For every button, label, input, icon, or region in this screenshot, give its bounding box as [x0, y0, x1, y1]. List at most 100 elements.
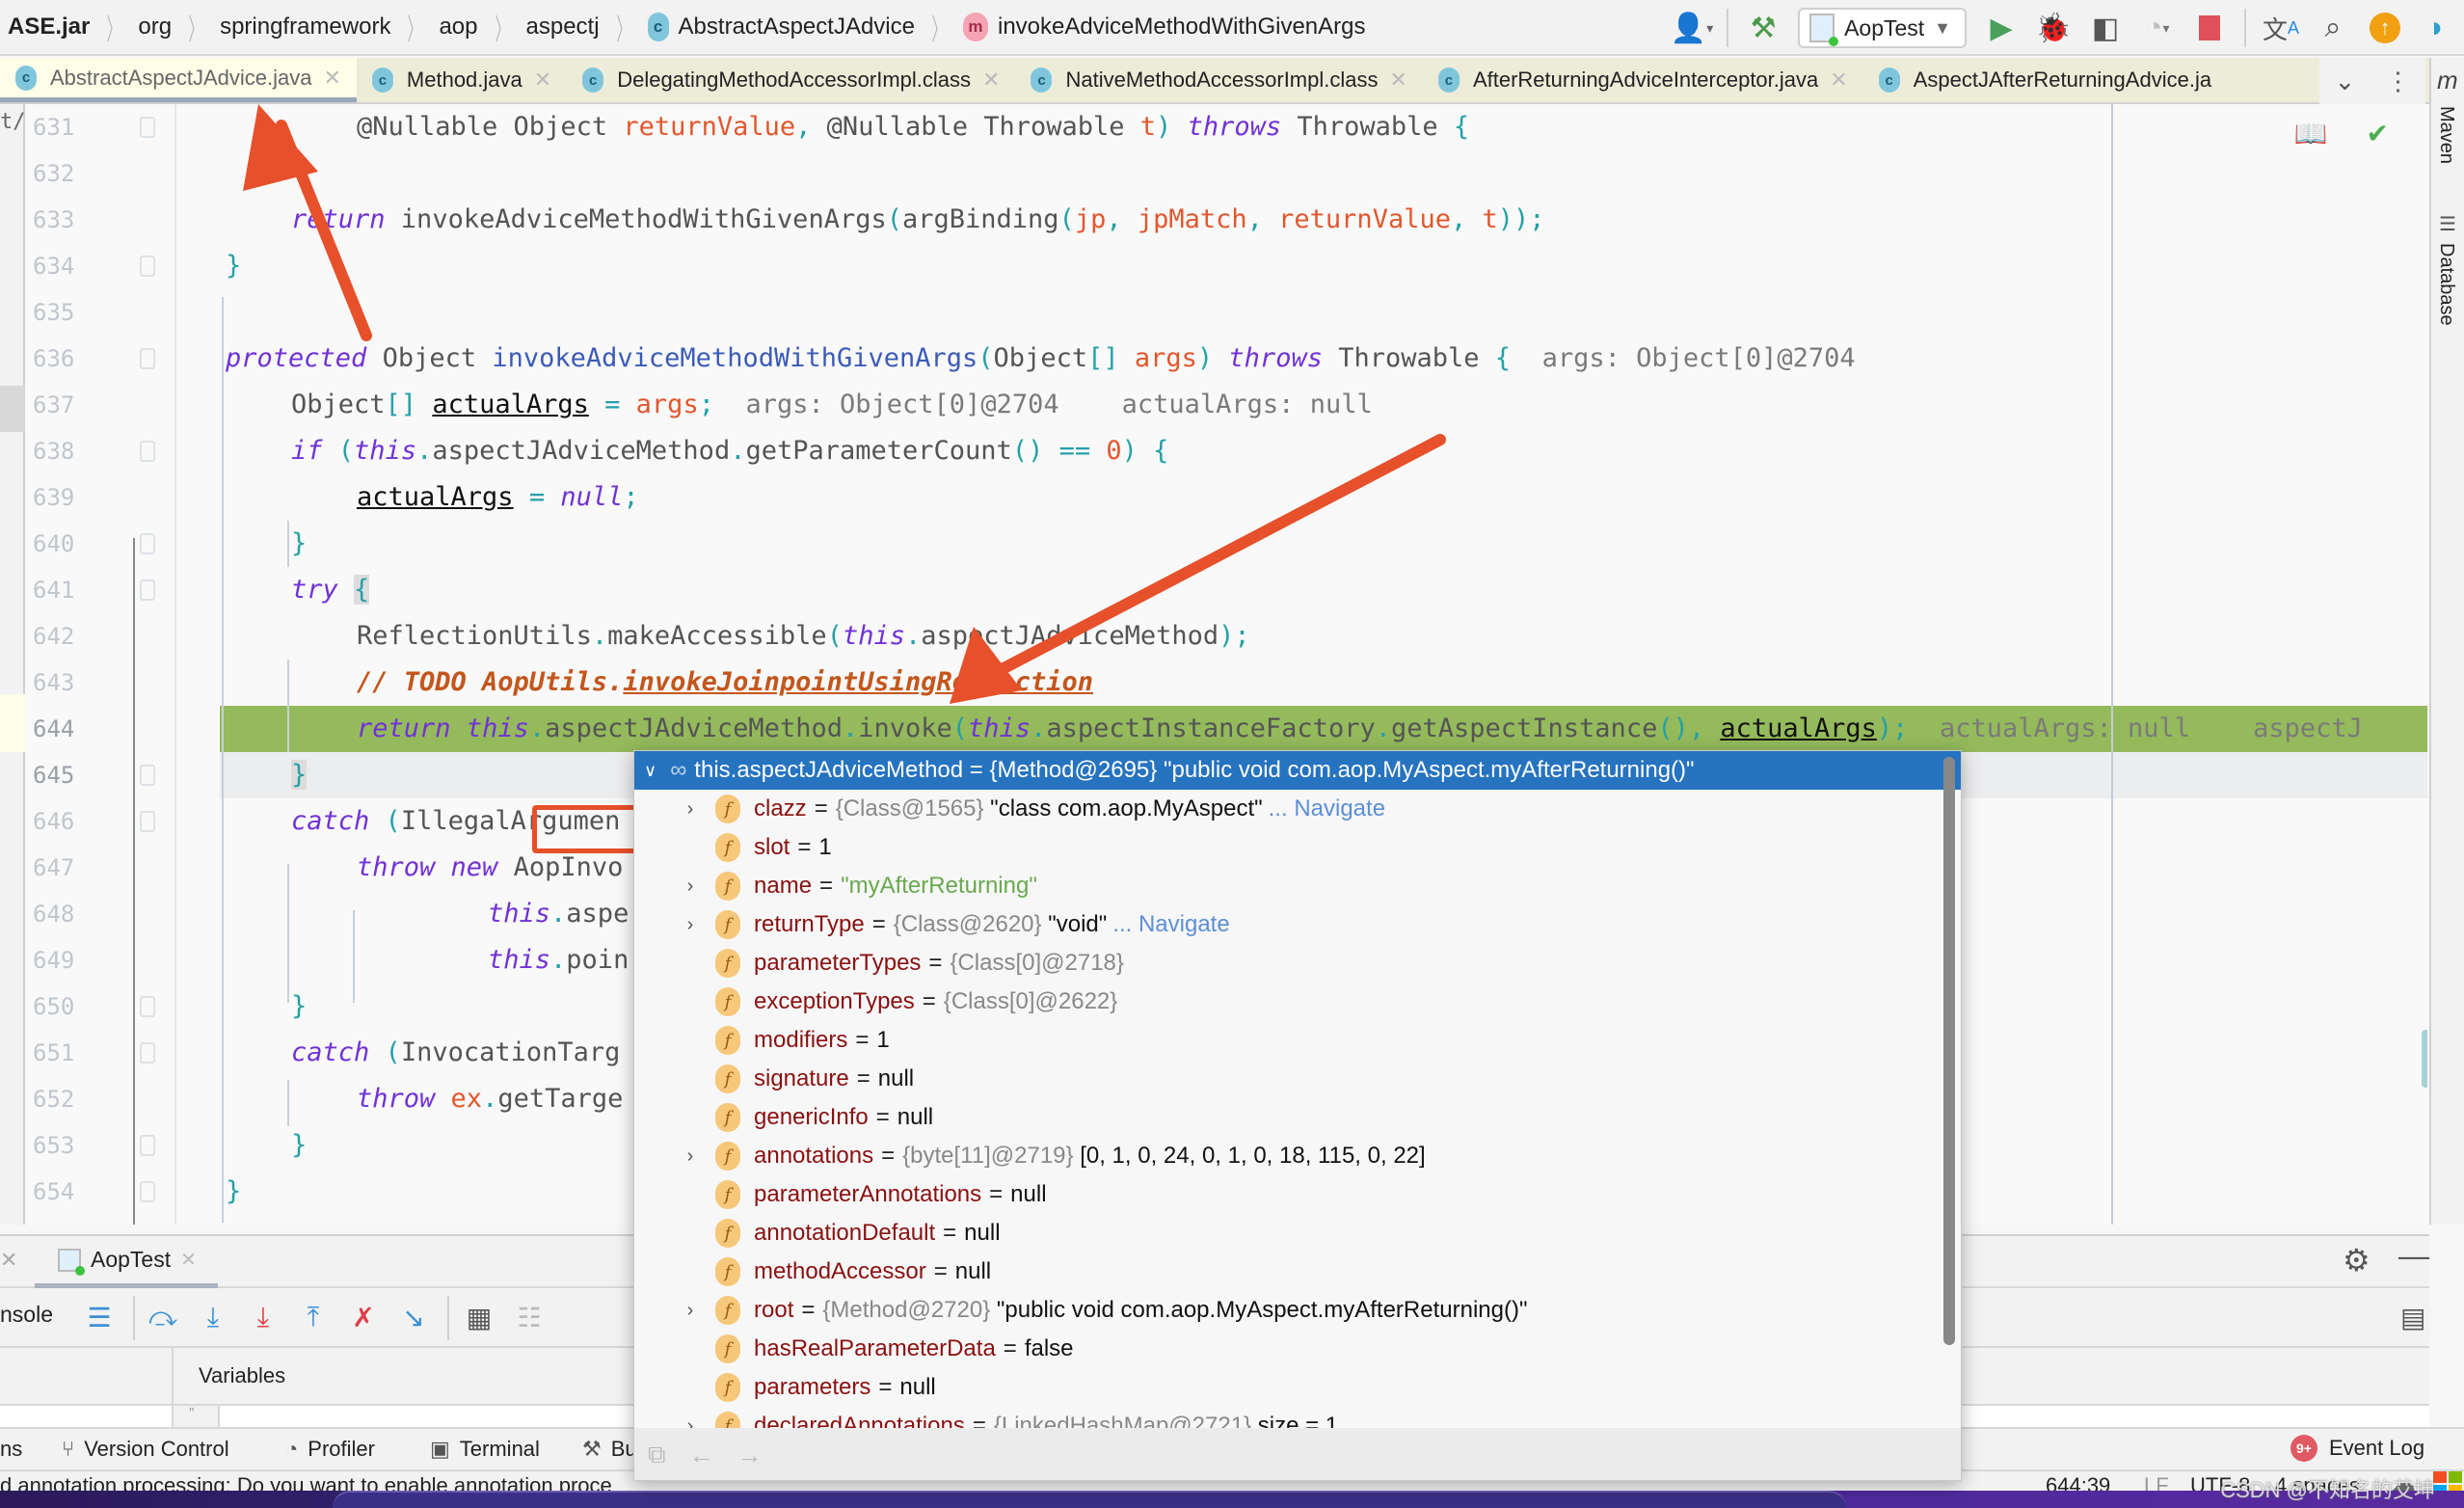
field-row-parameterTypes[interactable]: ›fparameterTypes={Class[0]@2718} [634, 944, 1131, 983]
line-number[interactable]: 645 [33, 752, 110, 798]
field-row-returnType[interactable]: › f returnType = {Class@2620} "void"... Navi… [634, 905, 1230, 944]
open-in-variables-icon[interactable]: ⧉ [648, 1440, 666, 1470]
fold-marker-icon[interactable] [140, 1135, 155, 1156]
line-number[interactable]: 653 [33, 1122, 110, 1169]
run-icon[interactable]: ▶ [1984, 9, 2019, 47]
plugin-icon[interactable]: ◗ [2420, 9, 2454, 47]
run-to-cursor-icon[interactable]: ↘ [395, 1298, 432, 1336]
line-number[interactable]: 649 [33, 937, 110, 983]
tool-window-problems[interactable]: ns [0, 1437, 22, 1462]
fold-marker-icon[interactable] [140, 579, 155, 601]
tab-delegating-method-accessor[interactable]: c DelegatingMethodAccessorImpl.class ✕ [567, 58, 1015, 102]
drop-frame-icon[interactable]: ✗ [345, 1298, 382, 1336]
line-number[interactable]: 650 [33, 983, 110, 1030]
build-hammer-icon[interactable]: ⚒ [1746, 9, 1781, 47]
tool-window-terminal[interactable]: ▣ Terminal [430, 1437, 540, 1462]
more-options-icon[interactable]: ⋮ [2385, 67, 2410, 96]
show-execution-point-icon[interactable]: ☰ [81, 1298, 118, 1336]
line-number[interactable]: 633 [33, 197, 110, 243]
navigate-link[interactable]: ... Navigate [1269, 795, 1385, 822]
field-row-annotations[interactable]: › f annotations = {byte[11]@2719} [0, 1, 0, … [634, 1137, 1426, 1175]
inspection-ok-icon[interactable]: ✔ [2367, 118, 2389, 149]
line-number[interactable]: 646 [33, 798, 110, 845]
line-number[interactable]: 652 [33, 1076, 110, 1122]
chevron-right-icon[interactable]: › [677, 1145, 704, 1168]
step-out-icon[interactable]: ⤒ [295, 1298, 332, 1336]
field-row-hasRealParameterData[interactable]: ›fhasRealParameterData=false [634, 1330, 1074, 1368]
account-icon[interactable]: 👤 ▾ [1671, 9, 1713, 47]
line-number[interactable]: 637 [33, 382, 110, 428]
trace-stream-icon[interactable]: ☷ [511, 1298, 548, 1336]
maven-tool-button[interactable]: Maven [2435, 106, 2457, 164]
navigate-link[interactable]: ... Navigate [1112, 911, 1229, 938]
fold-marker-icon[interactable] [140, 1042, 155, 1064]
database-tool-button[interactable]: Database [2435, 243, 2457, 326]
chevron-right-icon[interactable]: › [677, 875, 704, 898]
search-icon[interactable]: ⌕ [2316, 9, 2350, 47]
profile-icon[interactable]: ◔ ▾ [2140, 9, 2175, 47]
line-number[interactable]: 647 [33, 845, 110, 891]
fold-marker-icon[interactable] [140, 996, 155, 1017]
debug-session-tab[interactable]: AopTest ✕ [35, 1236, 218, 1288]
breadcrumb-org[interactable]: org [130, 13, 179, 40]
field-row-methodAccessor[interactable]: ›fmethodAccessor=null [634, 1252, 991, 1291]
close-icon[interactable]: ✕ [180, 1248, 197, 1272]
breadcrumb-aop[interactable]: aop [431, 13, 485, 40]
fold-marker-icon[interactable] [140, 1181, 155, 1202]
show-hidden-tabs-icon[interactable]: ⌄ [2335, 67, 2356, 96]
tab-after-returning-advice-interceptor[interactable]: c AfterReturningAdviceInterceptor.java ✕ [1423, 58, 1863, 102]
chevron-right-icon[interactable]: › [677, 1300, 704, 1322]
line-number[interactable]: 640 [33, 521, 110, 567]
line-number[interactable]: 651 [33, 1030, 110, 1076]
tab-abstract-aspectj-advice[interactable]: c AbstractAspectJAdvice.java ✕ [0, 58, 357, 102]
field-row-parameters[interactable]: ›fparameters=null [634, 1368, 936, 1407]
close-icon[interactable]: ✕ [323, 66, 340, 91]
popup-root-node[interactable]: ∨ ∞ this.aspectJAdviceMethod = {Method@2… [634, 751, 1961, 790]
line-number[interactable]: 636 [33, 336, 110, 382]
translate-icon[interactable]: 文A [2263, 9, 2299, 47]
line-number[interactable]: 648 [33, 891, 110, 937]
fold-marker-icon[interactable] [140, 256, 155, 277]
field-row-exceptionTypes[interactable]: ›fexceptionTypes={Class[0]@2622} [634, 983, 1124, 1021]
tab-aspectj-after-returning-advice[interactable]: c AspectJAfterReturningAdvice.ja [1863, 58, 2234, 102]
breadcrumb-class[interactable]: c AbstractAspectJAdvice [640, 13, 923, 41]
minimize-icon[interactable]: — [2398, 1238, 2429, 1274]
tool-window-version-control[interactable]: ⑂ Version Control [62, 1437, 229, 1462]
popup-scrollbar[interactable] [1943, 757, 1955, 1345]
line-number[interactable]: 642 [33, 613, 110, 660]
close-icon[interactable]: ✕ [534, 67, 551, 93]
fold-marker-icon[interactable] [140, 348, 155, 369]
breadcrumb-aspectj[interactable]: aspectj [519, 13, 607, 40]
line-number[interactable]: 635 [33, 289, 110, 336]
fold-marker-icon[interactable] [140, 441, 155, 462]
line-number[interactable]: 655 [33, 1215, 110, 1225]
line-number[interactable]: 634 [33, 243, 110, 289]
layout-settings-icon[interactable]: ▤ [2400, 1302, 2425, 1333]
reader-mode-icon[interactable]: 📖 [2294, 118, 2328, 149]
field-row-signature[interactable]: ›fsignature=null [634, 1060, 914, 1098]
close-icon[interactable]: ✕ [982, 67, 1000, 93]
line-number[interactable]: 644 [33, 706, 110, 752]
update-icon[interactable]: ↑ [2368, 9, 2402, 47]
fold-marker-icon[interactable] [140, 811, 155, 832]
close-icon[interactable]: ✕ [1390, 67, 1407, 93]
coverage-icon[interactable]: ◧ [2088, 9, 2123, 47]
breadcrumb-springframework[interactable]: springframework [212, 13, 398, 40]
forward-arrow-icon[interactable]: → [737, 1441, 763, 1470]
settings-gear-icon[interactable]: ⚙ [2343, 1242, 2370, 1279]
step-over-icon[interactable]: ⤼ [145, 1298, 181, 1336]
tool-window-profiler[interactable]: ◔ Profiler [285, 1437, 375, 1462]
line-number[interactable]: 631 [33, 104, 110, 150]
close-icon[interactable]: ✕ [0, 1248, 17, 1273]
back-arrow-icon[interactable]: ← [689, 1441, 714, 1470]
editor-scrollbar-thumb[interactable] [2422, 1030, 2427, 1088]
line-number[interactable]: 639 [33, 474, 110, 521]
field-row-clazz[interactable]: › f clazz = {Class@1565} "class com.aop.MyAs… [634, 790, 1385, 828]
tab-native-method-accessor[interactable]: c NativeMethodAccessorImpl.class ✕ [1015, 58, 1422, 102]
fold-marker-icon[interactable] [140, 533, 155, 554]
field-row-root[interactable]: › f root = {Method@2720} "public void com.ao… [634, 1291, 1527, 1330]
run-configuration-select[interactable]: AopTest ▼ [1798, 8, 1967, 48]
close-icon[interactable]: ✕ [1830, 67, 1847, 93]
line-number[interactable]: 643 [33, 660, 110, 706]
line-number[interactable]: 654 [33, 1169, 110, 1215]
